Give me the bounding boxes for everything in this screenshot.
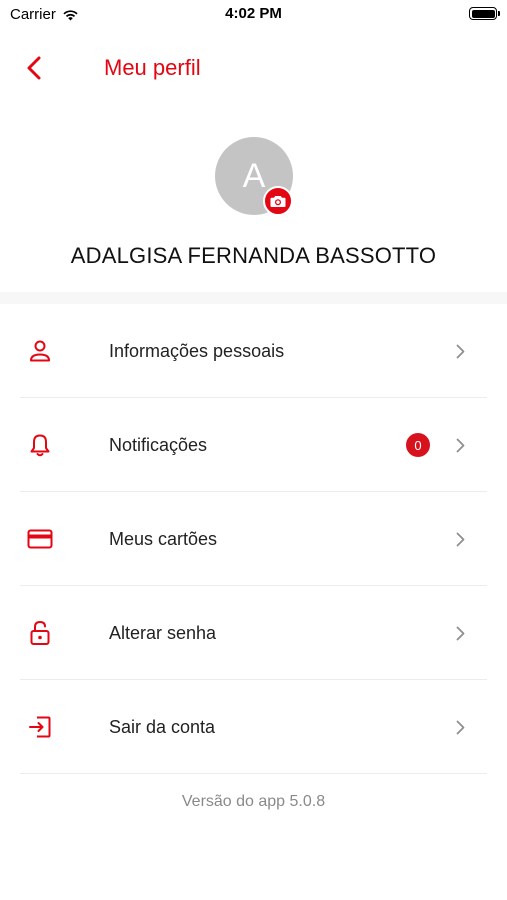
menu-item-personal-info[interactable]: Informações pessoais — [0, 304, 507, 398]
status-time: 4:02 PM — [225, 5, 282, 22]
credit-card-icon — [26, 525, 54, 553]
chevron-right-icon — [453, 529, 467, 549]
menu-item-label: Informações pessoais — [109, 340, 285, 361]
chevron-right-icon — [453, 435, 467, 455]
menu-item-my-cards[interactable]: Meus cartões — [0, 492, 507, 586]
menu-item-label: Sair da conta — [109, 716, 216, 737]
chevron-right-icon — [453, 341, 467, 361]
chevron-right-icon — [453, 623, 467, 643]
person-icon — [26, 337, 54, 365]
change-photo-button[interactable] — [263, 186, 293, 216]
menu-item-change-password[interactable]: Alterar senha — [0, 586, 507, 680]
nav-bar: Meu perfil — [0, 40, 507, 96]
padlock-icon — [26, 619, 54, 647]
menu-item-label: Alterar senha — [109, 622, 217, 643]
app-version: Versão do app 5.0.8 — [181, 793, 326, 810]
notification-count-badge: 0 — [406, 433, 430, 457]
menu-item-logout[interactable]: Sair da conta — [0, 680, 507, 774]
back-button[interactable] — [18, 52, 50, 84]
menu-item-label: Meus cartões — [109, 528, 218, 549]
profile-menu: Informações pessoais Notificações 0 Meus… — [0, 304, 507, 774]
battery-icon — [469, 7, 500, 20]
status-bar: Carrier 4:02 PM — [0, 0, 507, 30]
menu-item-label: Notificações — [109, 434, 208, 455]
profile-header: A ADALGISA FERNANDA BASSOTTO — [0, 120, 507, 292]
avatar-initial: A — [242, 156, 266, 195]
chevron-right-icon — [453, 717, 467, 737]
battery-level — [471, 9, 495, 18]
page-title: Meu perfil — [104, 55, 201, 80]
bell-icon — [26, 431, 54, 459]
logout-icon — [26, 713, 54, 741]
profile-name: ADALGISA FERNANDA BASSOTTO — [70, 243, 437, 268]
camera-icon — [270, 195, 286, 207]
section-divider — [0, 292, 507, 304]
chevron-left-icon — [27, 56, 41, 80]
menu-item-notifications[interactable]: Notificações 0 — [0, 398, 507, 492]
